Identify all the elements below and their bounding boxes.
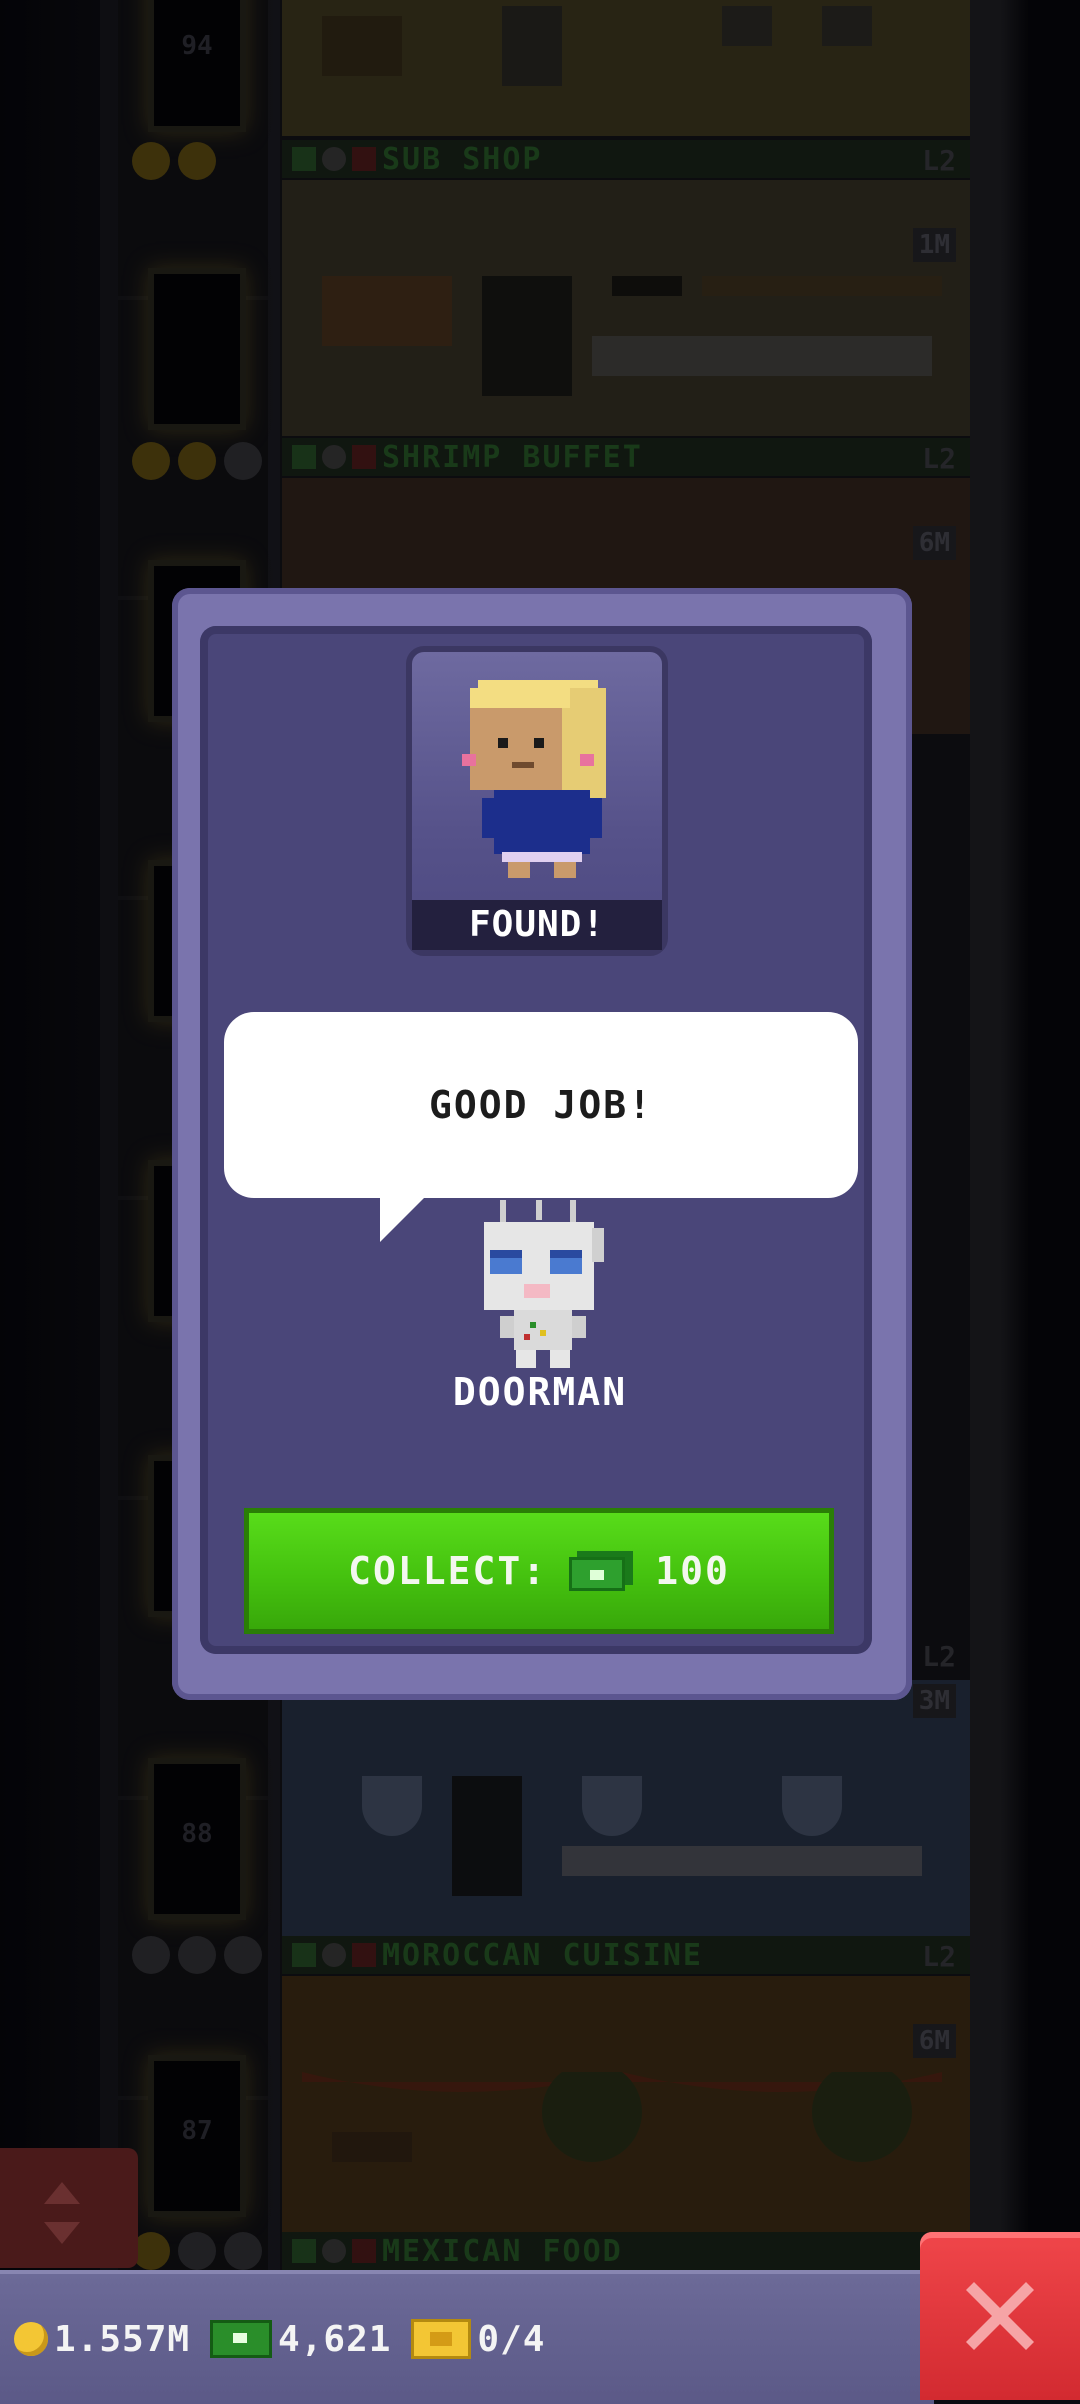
- found-label: FOUND!: [412, 900, 662, 950]
- bux-icon: [210, 2320, 273, 2358]
- bitizen-avatar: [462, 680, 606, 878]
- bux-counter: 4,621: [210, 2319, 391, 2360]
- tickets-value: 0/4: [477, 2318, 546, 2360]
- doorman-robot-icon: [484, 1200, 604, 1368]
- elevator-arrows-icon: [44, 2182, 80, 2244]
- coins-value: 1.557M: [54, 2318, 191, 2360]
- speaker-name: DOORMAN: [452, 1370, 628, 1414]
- coin-icon: [14, 2322, 48, 2356]
- speech-bubble: GOOD JOB!: [224, 1012, 858, 1198]
- bux-icon: [569, 1551, 634, 1591]
- coins-counter: 1.557M: [14, 2319, 190, 2360]
- close-icon: [966, 2282, 1034, 2350]
- elevator-button[interactable]: [0, 2148, 138, 2268]
- collect-amount: 100: [655, 1549, 730, 1593]
- found-character-portrait: FOUND!: [406, 646, 668, 956]
- ticket-icon: [411, 2319, 472, 2359]
- speech-text: GOOD JOB!: [429, 1083, 653, 1127]
- bux-value: 4,621: [278, 2318, 392, 2360]
- resource-bar: 1.557M 4,621 0/4: [0, 2270, 934, 2404]
- close-button[interactable]: [920, 2232, 1080, 2400]
- tickets-counter: 0/4: [411, 2319, 545, 2360]
- speech-bubble-tail: [380, 1196, 426, 1242]
- collect-label: COLLECT:: [348, 1549, 548, 1593]
- collect-button[interactable]: COLLECT: 100: [244, 1508, 834, 1634]
